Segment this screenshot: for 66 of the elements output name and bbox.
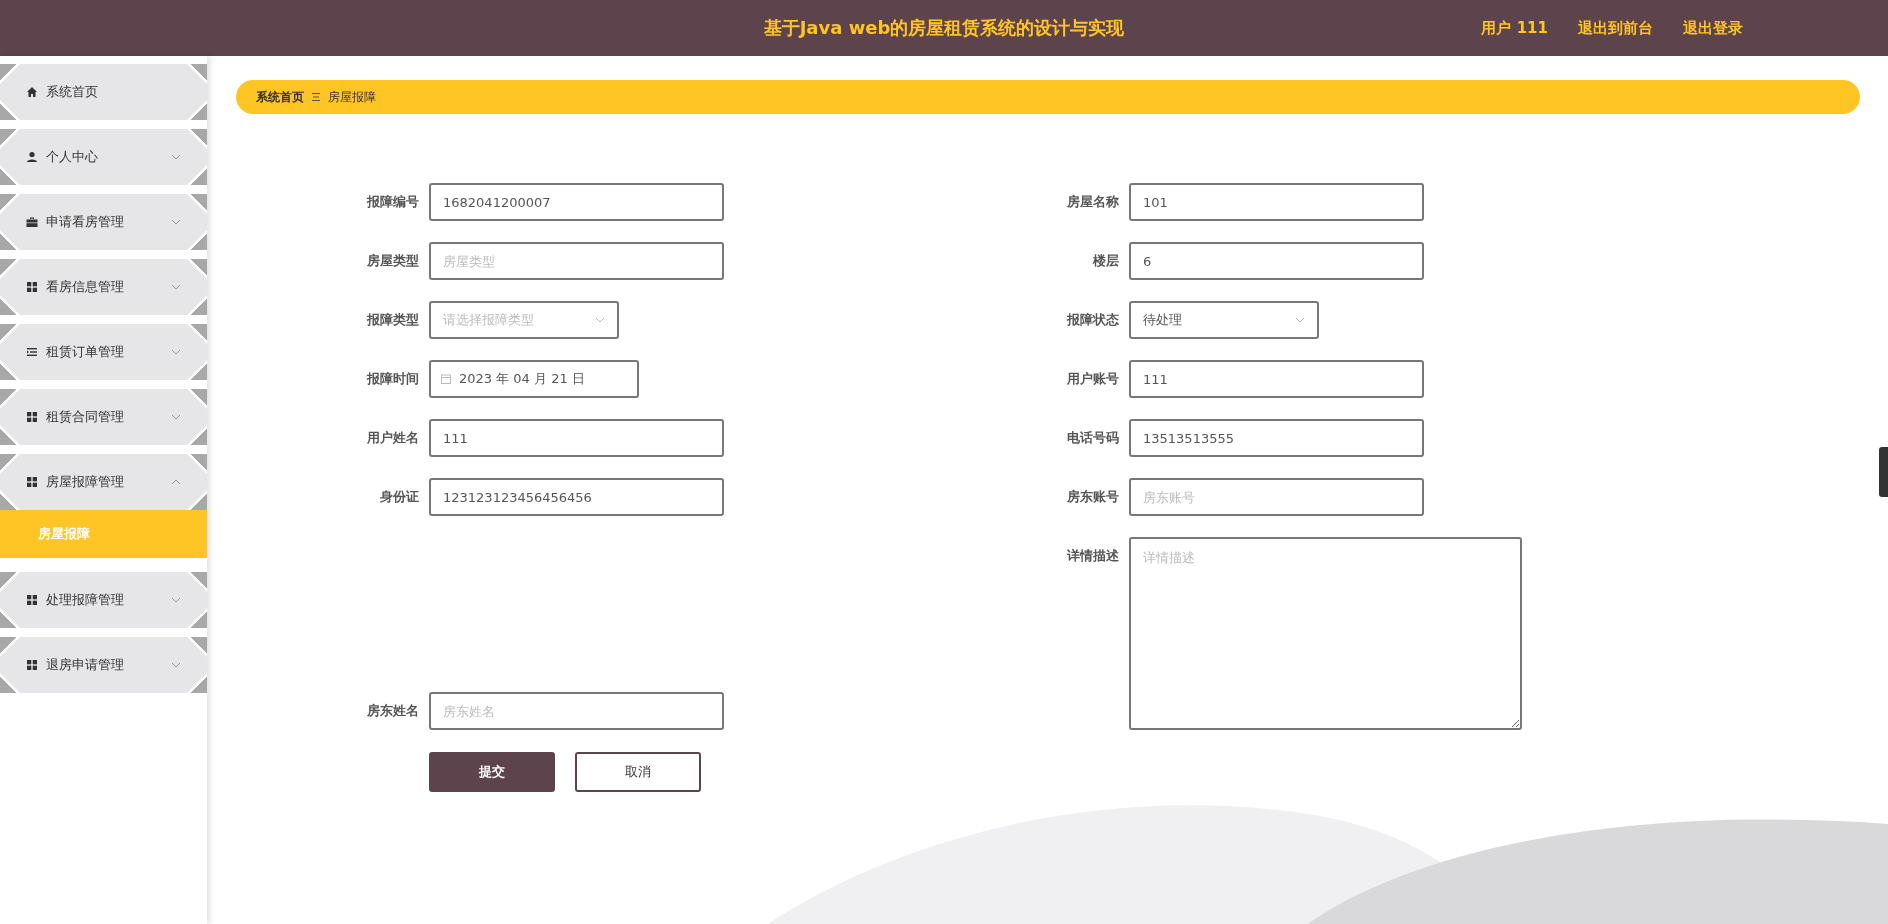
grid-icon: [26, 476, 38, 488]
user-label: 用户 111: [1481, 18, 1548, 38]
input-field[interactable]: 111: [1129, 360, 1424, 398]
field-label: 报障时间: [365, 370, 419, 388]
menu-item[interactable]: 处理报障管理: [0, 572, 207, 628]
menu-item[interactable]: 租赁合同管理: [0, 389, 207, 445]
list-icon: [26, 346, 38, 358]
field-label: 用户姓名: [366, 429, 419, 447]
submit-button[interactable]: 提交: [429, 752, 555, 792]
chevron-down-icon: [171, 414, 181, 420]
input-field[interactable]: 房东账号: [1129, 478, 1424, 516]
field-label: 报障状态: [1065, 311, 1119, 329]
menu-item[interactable]: 系统首页: [0, 64, 207, 120]
menu-item[interactable]: 看房信息管理: [0, 259, 207, 315]
field-label: 电话号码: [1066, 429, 1119, 447]
menu-item[interactable]: 房屋报障管理: [0, 454, 207, 510]
separator-icon: [312, 92, 320, 102]
grid-icon: [26, 659, 38, 671]
field-label: 房屋类型: [366, 252, 419, 270]
field-label: 房东姓名: [366, 702, 419, 720]
grid-icon: [26, 594, 38, 606]
textarea-field[interactable]: 详情描述: [1129, 537, 1522, 730]
home-icon: [26, 86, 38, 98]
chevron-down-icon: [171, 284, 181, 290]
input-field[interactable]: 13513513555: [1129, 419, 1424, 457]
user-icon: [26, 151, 38, 163]
input-field[interactable]: 123123123456456456: [429, 478, 724, 516]
chevron-down-icon: [171, 154, 181, 160]
field-label: 报障类型: [365, 311, 419, 329]
side-handle[interactable]: [1879, 447, 1888, 497]
input-field[interactable]: 111: [429, 419, 724, 457]
input-field[interactable]: 6: [1129, 242, 1424, 280]
input-field[interactable]: 房屋类型: [429, 242, 724, 280]
briefcase-icon: [26, 216, 38, 228]
breadcrumb-current: 房屋报障: [328, 88, 376, 106]
date-field[interactable]: 2023 年 04 月 21 日: [429, 360, 639, 398]
menu-item[interactable]: 退房申请管理: [0, 637, 207, 693]
calendar-icon: [441, 374, 451, 384]
grid-icon: [26, 411, 38, 423]
chevron-down-icon: [1295, 317, 1305, 323]
site-title: 基于Java web的房屋租赁系统的设计与实现: [763, 16, 1125, 40]
chevron-down-icon: [171, 219, 181, 225]
input-field[interactable]: 101: [1129, 183, 1424, 221]
menu-item[interactable]: 个人中心: [0, 129, 207, 185]
breadcrumb-link[interactable]: 系统首页: [256, 88, 304, 106]
header-link[interactable]: 退出到前台: [1578, 18, 1653, 38]
chevron-down-icon: [171, 349, 181, 355]
chevron-down-icon: [171, 662, 181, 668]
header-link[interactable]: 退出登录: [1683, 18, 1743, 38]
chevron-down-icon: [595, 317, 605, 323]
menu-item[interactable]: 租赁订单管理: [0, 324, 207, 380]
chevron-up-icon: [171, 479, 181, 485]
field-label: 身份证: [379, 488, 419, 506]
field-label: 房东账号: [1066, 488, 1119, 506]
input-field[interactable]: 房东姓名: [429, 692, 724, 730]
field-label: 用户账号: [1066, 370, 1119, 388]
select-field[interactable]: 待处理: [1129, 301, 1319, 339]
input-field[interactable]: 1682041200007: [429, 183, 724, 221]
field-label: 详情描述: [1065, 547, 1119, 565]
field-label: 楼层: [1091, 252, 1119, 270]
menu-item[interactable]: 申请看房管理: [0, 194, 207, 250]
cancel-button[interactable]: 取消: [575, 752, 701, 792]
chevron-down-icon: [171, 597, 181, 603]
grid-icon: [26, 281, 38, 293]
field-label: 报障编号: [365, 193, 419, 211]
field-label: 房屋名称: [1066, 193, 1119, 211]
